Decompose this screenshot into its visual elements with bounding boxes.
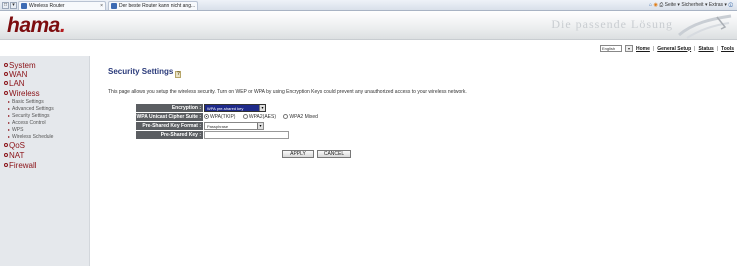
link-status[interactable]: Status <box>698 46 713 52</box>
sidebar-item-system[interactable]: System <box>4 62 36 70</box>
sidebar-subitem-advanced-settings[interactable]: ▸ Advanced Settings <box>8 106 54 112</box>
browser-tab-wireless-router[interactable]: Wireless Router × <box>18 1 106 10</box>
sidebar-subitem-access-control[interactable]: ▸ Access Control <box>8 120 46 126</box>
sidebar-subitem-security-settings[interactable]: ▸ Security Settings <box>8 113 50 119</box>
sidebar: System WAN LAN Wireless ▸ Basic Settings … <box>0 56 90 266</box>
psk-format-label: Pre-Shared Key Format : <box>136 122 203 130</box>
header-slogan: Die passende Lösung <box>551 17 673 31</box>
sidebar-subitem-wps[interactable]: ▸ WPS <box>8 127 23 133</box>
cipher-row: WPA Unicast Cipher Suite : WPA(TKIP) WPA… <box>136 113 361 121</box>
arrow-icon: ▸ <box>8 120 11 125</box>
link-general-setup[interactable]: General Setup <box>657 46 691 52</box>
encryption-select[interactable]: WPA pre-shared key ▾ <box>204 104 266 112</box>
sidebar-item-wan[interactable]: WAN <box>4 71 27 79</box>
encryption-label: Encryption : <box>136 104 203 112</box>
hama-logo: hama. <box>7 14 66 37</box>
browser-tab-bar: □ ▾ Wireless Router × Der beste Router k… <box>0 0 737 11</box>
psk-format-select[interactable]: Passphrase ▾ <box>204 122 264 130</box>
radio-wpa-tkip[interactable] <box>204 114 209 119</box>
form-buttons: APPLY CANCEL <box>282 150 351 158</box>
language-select[interactable]: English <box>600 45 622 52</box>
arrow-icon: ▸ <box>8 106 11 111</box>
tab-list-button[interactable]: □ <box>2 2 9 9</box>
link-home[interactable]: Home <box>636 46 650 52</box>
cipher-label: WPA Unicast Cipher Suite : <box>136 113 203 121</box>
feeds-icon[interactable]: ◉ <box>653 2 657 8</box>
tab-label: Wireless Router <box>29 3 65 9</box>
home-icon[interactable]: ⌂ <box>649 2 652 8</box>
bullet-icon <box>4 143 8 147</box>
favicon-icon <box>111 3 117 9</box>
sidebar-subitem-wireless-schedule[interactable]: ▸ Wireless Schedule <box>8 134 53 140</box>
bullet-icon <box>4 163 8 167</box>
chevron-down-icon: ▾ <box>257 123 263 129</box>
psk-format-row: Pre-Shared Key Format : Passphrase ▾ <box>136 122 361 130</box>
apply-button[interactable]: APPLY <box>282 150 314 158</box>
browser-command-bar[interactable]: ⌂ ◉ ⎙ Seite ▾ Sicherheit ▾ Extras ▾ ⓘ <box>649 1 733 10</box>
tab-label: Der beste Router kann nicht ang... <box>119 3 196 9</box>
sidebar-subitem-basic-settings[interactable]: ▸ Basic Settings <box>8 99 44 105</box>
header-swirl-graphic <box>678 14 732 39</box>
bullet-icon <box>4 153 8 157</box>
top-toolbar: English ▾ Home | General Setup | Status … <box>600 45 734 52</box>
arrow-icon: ▸ <box>8 99 11 104</box>
psk-row: Pre-Shared Key : <box>136 131 361 139</box>
page-description: This page allows you setup the wireless … <box>108 89 467 95</box>
help-book-icon[interactable]: ? <box>175 71 182 78</box>
sidebar-item-lan[interactable]: LAN <box>4 80 25 88</box>
cipher-options: WPA(TKIP) WPA2(AES) WPA2 Mixed <box>204 113 324 121</box>
radio-wpa2-aes[interactable] <box>242 114 248 119</box>
bullet-icon <box>4 63 8 67</box>
print-icon[interactable]: ⎙ <box>659 2 663 8</box>
psk-label: Pre-Shared Key : <box>136 131 203 139</box>
radio-wpa2-mixed[interactable] <box>283 114 289 119</box>
security-form: Encryption : WPA pre-shared key ▾ WPA Un… <box>136 104 361 140</box>
tab-dropdown-icon[interactable]: ▾ <box>10 2 17 9</box>
browser-tab-second[interactable]: Der beste Router kann nicht ang... <box>108 1 198 10</box>
sidebar-item-nat[interactable]: NAT <box>4 152 24 160</box>
encryption-row: Encryption : WPA pre-shared key ▾ <box>136 104 361 112</box>
psk-input[interactable] <box>204 131 289 139</box>
bullet-icon <box>4 91 8 95</box>
help-menu-icon[interactable]: ⓘ <box>728 2 733 8</box>
arrow-icon: ▸ <box>8 127 11 132</box>
bullet-icon <box>4 81 8 85</box>
router-header: hama. Die passende Lösung <box>0 11 737 40</box>
bullet-icon <box>4 72 8 76</box>
link-tools[interactable]: Tools <box>721 46 734 52</box>
chevron-down-icon: ▾ <box>259 105 265 111</box>
arrow-icon: ▸ <box>8 134 11 139</box>
sidebar-item-qos[interactable]: QoS <box>4 142 25 150</box>
sidebar-item-firewall[interactable]: Firewall <box>4 162 37 170</box>
arrow-icon: ▸ <box>8 113 11 118</box>
language-go-button[interactable]: ▾ <box>625 45 633 52</box>
command-bar-label[interactable]: Seite ▾ Sicherheit ▾ Extras ▾ <box>665 2 727 8</box>
favicon-icon <box>21 3 27 9</box>
cancel-button[interactable]: CANCEL <box>317 150 351 158</box>
sidebar-item-wireless[interactable]: Wireless <box>4 90 40 98</box>
close-tab-icon[interactable]: × <box>100 2 103 10</box>
page-title: Security Settings? <box>108 67 182 78</box>
